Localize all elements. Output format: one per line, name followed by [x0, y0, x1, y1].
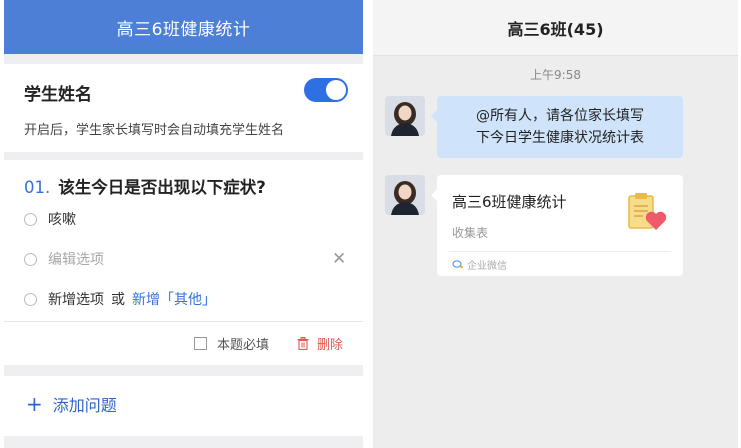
form-editor-panel: 高三6班健康统计 学生姓名 开启后，学生家长填写时会自动填充学生姓名 01. 该生…	[4, 0, 363, 448]
form-header-title: 高三6班健康统计	[4, 0, 363, 54]
student-name-description: 开启后，学生家长填写时会自动填充学生姓名	[24, 123, 285, 138]
card-divider	[449, 251, 671, 252]
delete-button[interactable]: 删除	[297, 334, 343, 353]
option-cough[interactable]: 咳嗽	[24, 208, 76, 230]
required-label: 本题必填	[217, 338, 270, 353]
message-line-1: @所有人，请各位家长填写	[476, 108, 644, 124]
wecom-icon	[452, 260, 463, 269]
add-other-link[interactable]: 新增「其他」	[132, 289, 216, 309]
radio-icon	[24, 292, 37, 306]
or-text: 或	[111, 292, 125, 308]
option-placeholder: 编辑选项	[48, 252, 104, 268]
chat-header-title: 高三6班(45)	[373, 0, 738, 56]
add-question-button[interactable]: + 添加问题	[26, 392, 117, 416]
add-option-button[interactable]: 新增选项	[48, 289, 104, 309]
avatar[interactable]	[385, 96, 425, 136]
add-question-label: 添加问题	[52, 396, 117, 415]
clipboard-heart-icon	[628, 193, 667, 230]
message-bubble[interactable]: @所有人，请各位家长填写 下今日学生健康状况统计表	[431, 96, 683, 158]
checkbox-icon	[194, 337, 207, 350]
card-title: 高三6班健康统计	[452, 193, 567, 211]
option-edit-field[interactable]: 编辑选项	[24, 248, 104, 270]
message-time: 上午9:58	[530, 68, 581, 82]
required-checkbox[interactable]: 本题必填	[194, 334, 269, 353]
screenshot-root: 高三6班健康统计 学生姓名 开启后，学生家长填写时会自动填充学生姓名 01. 该生…	[0, 0, 741, 448]
student-name-title: 学生姓名	[24, 85, 92, 105]
option-label: 咳嗽	[48, 212, 76, 228]
divider	[4, 321, 363, 322]
avatar-image	[385, 175, 425, 215]
delete-label: 删除	[317, 338, 344, 353]
radio-icon	[24, 212, 37, 226]
toggle-knob	[326, 80, 346, 100]
question-title[interactable]: 01. 该生今日是否出现以下症状?	[24, 174, 266, 198]
trash-icon	[297, 337, 309, 350]
add-question-card: + 添加问题	[4, 376, 363, 436]
question-number: 01.	[24, 178, 51, 197]
close-icon[interactable]: ✕	[332, 249, 346, 269]
plus-icon: +	[26, 392, 43, 416]
form-share-card[interactable]: 高三6班健康统计 收集表 企业微信	[431, 175, 683, 276]
avatar[interactable]	[385, 175, 425, 215]
radio-icon	[24, 252, 37, 266]
student-name-card: 学生姓名 开启后，学生家长填写时会自动填充学生姓名	[4, 64, 363, 152]
question-card: 01. 该生今日是否出现以下症状? 咳嗽 编辑选项 ✕ 新增选项 或 新增「其他」…	[4, 160, 363, 365]
card-subtitle: 收集表	[452, 226, 489, 240]
card-footer: 企业微信	[452, 257, 507, 272]
question-text: 该生今日是否出现以下症状?	[58, 178, 266, 197]
card-source: 企业微信	[467, 261, 507, 272]
message-line-2: 下今日学生健康状况统计表	[476, 130, 644, 146]
autofill-toggle[interactable]	[304, 78, 348, 102]
add-option-row: 新增选项 或 新增「其他」	[24, 288, 216, 310]
chat-panel: 高三6班(45) 上午9:58 @所有人，请各位家长填写 下今日学生健康状况统计…	[373, 0, 738, 448]
avatar-image	[385, 96, 425, 136]
